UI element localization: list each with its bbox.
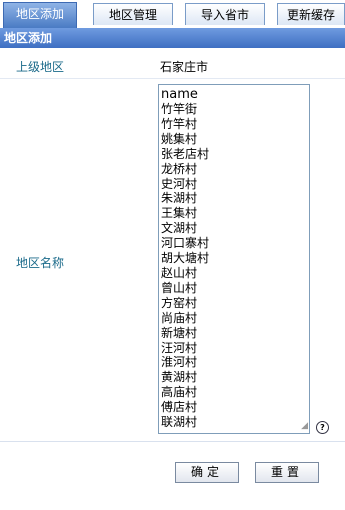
confirm-button[interactable]: 确定 <box>175 462 239 483</box>
tab-update-cache[interactable]: 更新缓存 <box>277 3 345 25</box>
tab-manage-region[interactable]: 地区管理 <box>93 3 173 25</box>
region-name-line: 高庙村 <box>161 385 198 400</box>
help-icon[interactable]: ? <box>316 421 329 434</box>
section-title: 地区添加 <box>0 28 345 48</box>
region-name-row: 地区名称 name 竹竿街 竹竿村 姚集村 张老店村 龙桥村 史河村 朱湖村 王集村 文湖村 河口寨… <box>0 79 345 442</box>
region-name-line: 胡大塘村 <box>161 251 210 266</box>
region-name-line: 曾山村 <box>161 280 198 295</box>
resize-grip-icon[interactable]: ◢ <box>296 420 308 432</box>
tab-import-province[interactable]: 导入省市 <box>185 3 265 25</box>
region-name-line: 方窑村 <box>161 295 198 310</box>
region-name-line: 汪河村 <box>161 340 198 355</box>
region-name-line: 赵山村 <box>161 265 198 280</box>
region-name-line: 新塘村 <box>161 325 198 340</box>
region-name-line: 黄湖村 <box>161 370 198 385</box>
region-name-line: 张老店村 <box>161 146 210 161</box>
tab-bar: 地区添加 地区管理 导入省市 更新缓存 <box>0 0 345 28</box>
region-name-line: 淮河村 <box>161 355 198 370</box>
region-name-line: 文湖村 <box>161 221 198 236</box>
parent-region-label: 上级地区 <box>16 60 65 74</box>
region-name-label: 地区名称 <box>16 256 65 270</box>
tab-add-region[interactable]: 地区添加 <box>3 2 77 28</box>
region-name-line: 竹竿街 <box>161 102 198 116</box>
region-name-line: 尚庙村 <box>161 310 198 325</box>
region-name-textarea[interactable]: name 竹竿街 竹竿村 姚集村 张老店村 龙桥村 史河村 朱湖村 王集村 文湖村 河口寨村 胡大塘村… <box>158 84 310 434</box>
region-name-line: 龙桥村 <box>161 161 198 176</box>
region-name-line: 联湖村 <box>161 415 198 430</box>
parent-region-row: 上级地区 石家庄市 <box>0 52 345 79</box>
region-name-line: 朱湖村 <box>161 191 198 206</box>
region-name-line: 傅店村 <box>161 400 198 415</box>
region-name-line: 河口寨村 <box>161 236 210 251</box>
region-name-line: 史河村 <box>161 176 198 191</box>
region-name-line: name <box>161 87 198 102</box>
parent-region-value: 石家庄市 <box>160 60 209 74</box>
region-name-line: 姚集村 <box>161 131 198 146</box>
region-name-line: 竹竿村 <box>161 116 198 131</box>
region-name-line: 王集村 <box>161 206 198 221</box>
reset-button[interactable]: 重置 <box>255 462 319 483</box>
